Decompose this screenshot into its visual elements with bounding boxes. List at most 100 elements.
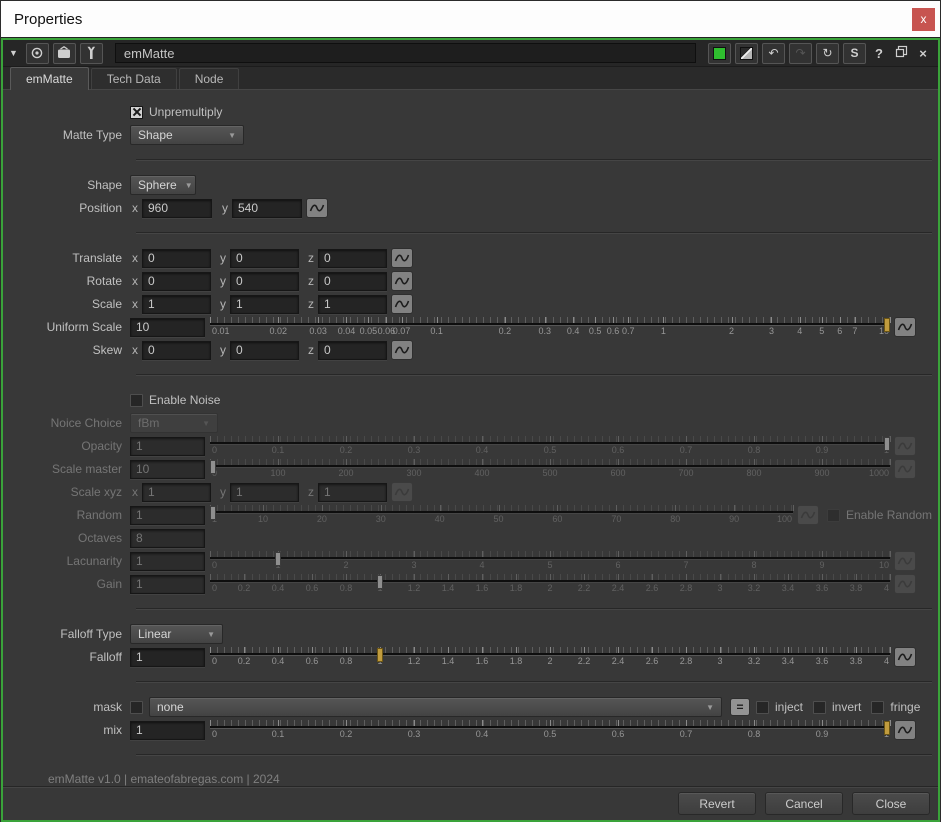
rotate-y-field[interactable] <box>230 272 299 291</box>
slider-tick <box>448 647 449 653</box>
curve-icon <box>394 298 410 310</box>
falloff-slider[interactable]: 00.20.40.60.811.21.41.61.822.22.42.62.83… <box>210 647 890 667</box>
scale-y-field[interactable] <box>230 295 299 314</box>
slider-tick-label: 2.4 <box>612 583 625 593</box>
scale-z-field[interactable] <box>318 295 387 314</box>
translate-x-field[interactable] <box>142 249 211 268</box>
rotate-x-field[interactable] <box>142 272 211 291</box>
unpremultiply-checkbox[interactable] <box>130 106 143 119</box>
redo-button[interactable]: ↷ <box>789 43 812 64</box>
help-button[interactable]: ? <box>870 46 888 61</box>
node-properties-panel: ▼ <box>1 38 940 822</box>
curve-icon <box>897 724 913 736</box>
random-slider: 1102030405060708090100 <box>210 505 793 525</box>
uniform-scale-slider[interactable]: 0.010.020.030.040.050.060.070.10.20.30.4… <box>210 317 890 337</box>
slider-tick <box>686 436 687 442</box>
secondary-color-button[interactable] <box>735 43 758 64</box>
slider-tick <box>613 317 614 323</box>
tab-node[interactable]: Node <box>179 68 240 89</box>
shape-dropdown[interactable]: Sphere ▼ <box>130 175 196 195</box>
slider-tick <box>856 574 857 580</box>
translate-animation-button[interactable] <box>391 248 413 268</box>
mix-animation-button[interactable] <box>894 720 916 740</box>
slider-tick <box>244 647 245 653</box>
falloff-animation-button[interactable] <box>894 647 916 667</box>
undo-button[interactable]: ↶ <box>762 43 785 64</box>
monitor-button[interactable] <box>53 43 76 64</box>
octaves-field <box>130 529 205 548</box>
scale-x-field[interactable] <box>142 295 211 314</box>
skew-z-field[interactable] <box>318 341 387 360</box>
mask-dropdown[interactable]: none ▼ <box>149 697 722 717</box>
slider-tick <box>788 574 789 580</box>
tab-emmatte[interactable]: emMatte <box>10 67 89 90</box>
close-button[interactable]: Close <box>852 792 930 815</box>
undo-icon: ↶ <box>768 46 778 60</box>
panel-close-button[interactable]: × <box>914 46 932 61</box>
mix-field[interactable] <box>130 721 205 740</box>
row-mask: mask none ▼ = inject invert fringe <box>3 697 938 717</box>
slider-tick <box>822 720 823 726</box>
axis-y-label: y <box>220 485 226 499</box>
slider-handle[interactable] <box>884 318 890 332</box>
slider-tick <box>550 459 551 465</box>
falloff-field[interactable] <box>130 648 205 667</box>
row-shape: Shape Sphere ▼ <box>3 175 938 195</box>
uniform-scale-animation-button[interactable] <box>894 317 916 337</box>
invert-checkbox[interactable] <box>813 701 826 714</box>
slider-tick-label: 0.6 <box>612 729 625 739</box>
slider-tick <box>686 574 687 580</box>
slider-handle[interactable] <box>377 648 383 662</box>
translate-y-field[interactable] <box>230 249 299 268</box>
mask-checkbox[interactable] <box>130 701 143 714</box>
skew-animation-button[interactable] <box>391 340 413 360</box>
slider-tick <box>793 505 794 511</box>
slider-tick <box>278 647 279 653</box>
row-scale: Scale x y z <box>3 294 938 314</box>
tab-tech-data[interactable]: Tech Data <box>91 68 177 89</box>
float-panel-button[interactable] <box>892 45 910 61</box>
enable-noise-label: Enable Noise <box>149 393 220 407</box>
fringe-checkbox[interactable] <box>871 701 884 714</box>
uniform-scale-field[interactable] <box>130 318 205 337</box>
revert-knobs-button[interactable]: ↻ <box>816 43 839 64</box>
slider-tick <box>550 720 551 726</box>
rotate-z-field[interactable] <box>318 272 387 291</box>
matte-type-dropdown[interactable]: Shape ▼ <box>130 125 244 145</box>
inject-checkbox[interactable] <box>756 701 769 714</box>
position-animation-button[interactable] <box>306 198 328 218</box>
mix-label: mix <box>9 723 130 737</box>
node-color-button[interactable] <box>708 43 731 64</box>
script-button[interactable]: S <box>843 43 866 64</box>
window-close-button[interactable]: x <box>912 8 935 31</box>
slider-tick <box>278 574 279 580</box>
position-x-field[interactable] <box>142 199 212 218</box>
position-y-field[interactable] <box>232 199 302 218</box>
invert-label: invert <box>832 700 861 714</box>
scale-animation-button[interactable] <box>391 294 413 314</box>
wrench-button[interactable] <box>80 43 103 64</box>
rotate-animation-button[interactable] <box>391 271 413 291</box>
skew-y-field[interactable] <box>230 341 299 360</box>
slider-tick-label: 6 <box>615 560 620 570</box>
slider-tick <box>381 505 382 511</box>
falloff-type-dropdown[interactable]: Linear ▼ <box>130 624 223 644</box>
node-name-input[interactable] <box>115 43 696 63</box>
slider-tick <box>754 551 755 557</box>
axis-x-label: x <box>132 485 138 499</box>
center-node-button[interactable] <box>26 43 49 64</box>
translate-z-field[interactable] <box>318 249 387 268</box>
slider-tick-label: 50 <box>494 514 504 524</box>
skew-x-field[interactable] <box>142 341 211 360</box>
slider-handle[interactable] <box>884 721 890 735</box>
collapse-arrow-icon[interactable]: ▼ <box>9 48 18 58</box>
slider-tick <box>346 551 347 557</box>
cancel-button[interactable]: Cancel <box>765 792 843 815</box>
mix-slider[interactable]: 00.10.20.30.40.50.60.70.80.91 <box>210 720 890 740</box>
slider-tick <box>312 647 313 653</box>
slider-tick <box>414 574 415 580</box>
slider-tick-label: 9 <box>819 560 824 570</box>
enable-noise-checkbox[interactable] <box>130 394 143 407</box>
mask-equals-button[interactable]: = <box>730 698 750 716</box>
revert-button[interactable]: Revert <box>678 792 756 815</box>
